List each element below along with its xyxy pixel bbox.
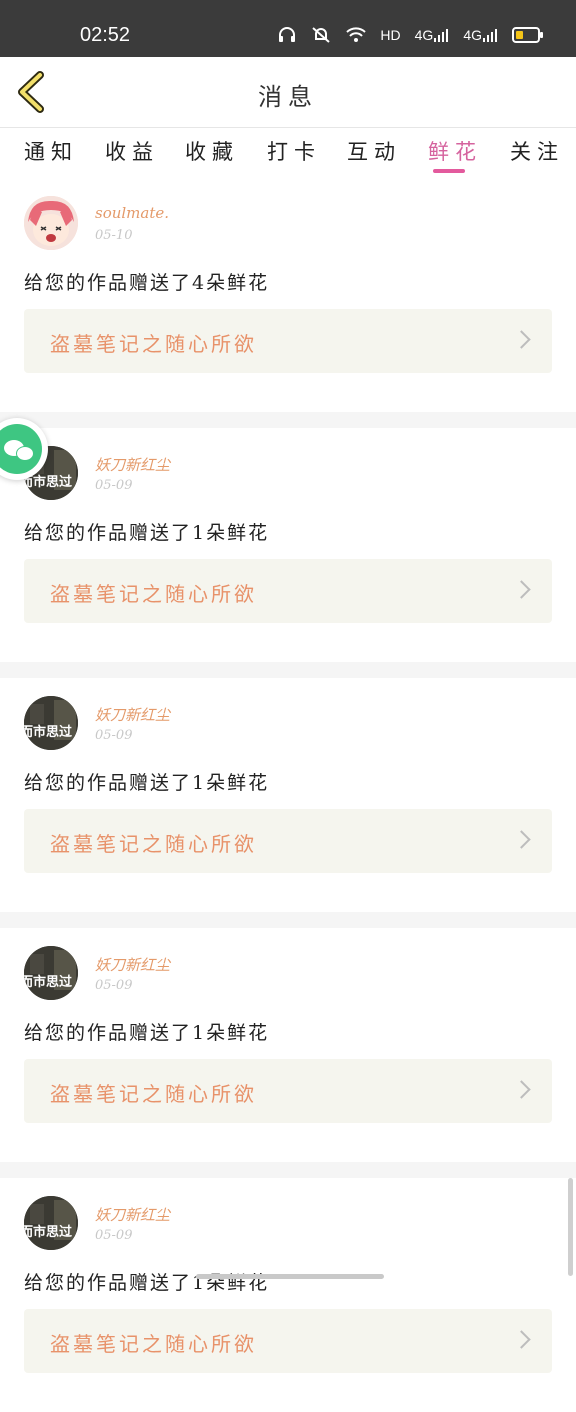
- gift-message: 而市思过 妖刀新红尘 05-09 给您的作品赠送了1朵鲜花 盗墓笔记之随心所欲: [0, 1162, 576, 1412]
- work-title: 盗墓笔记之随心所欲: [50, 332, 257, 356]
- message-date: 05-09: [95, 478, 133, 493]
- chevron-right-icon: [512, 580, 531, 599]
- work-title: 盗墓笔记之随心所欲: [50, 1332, 257, 1356]
- avatar-caption: 而市思过: [24, 1225, 73, 1240]
- wifi-icon: [346, 27, 367, 43]
- scrollbar-thumb[interactable]: [568, 1178, 573, 1276]
- message-date: 05-09: [95, 728, 133, 743]
- tab-interactions[interactable]: 互动: [347, 136, 401, 166]
- header: 消息: [0, 57, 576, 128]
- gift-message-list: soulmate. 05-10 给您的作品赠送了4朵鲜花 盗墓笔记之随心所欲 而…: [0, 178, 576, 1412]
- active-tab-indicator: [433, 169, 465, 173]
- message-date: 05-10: [95, 228, 133, 243]
- chevron-right-icon: [512, 1080, 531, 1099]
- tab-earnings[interactable]: 收益: [105, 136, 159, 166]
- avatar-caption: 而市思过: [24, 975, 73, 990]
- avatar[interactable]: 而市思过: [24, 1196, 78, 1250]
- anime-avatar-icon: [24, 196, 78, 250]
- signal-icon: 4G: [415, 27, 450, 43]
- work-title: 盗墓笔记之随心所欲: [50, 582, 257, 606]
- user-name[interactable]: 妖刀新红尘: [95, 954, 170, 975]
- page-title: 消息: [258, 83, 318, 111]
- gift-text: 给您的作品赠送了1朵鲜花: [24, 772, 270, 794]
- tab-flowers[interactable]: 鲜花: [428, 136, 482, 166]
- gift-text: 给您的作品赠送了1朵鲜花: [24, 1272, 270, 1294]
- tab-follows[interactable]: 关注: [510, 136, 564, 166]
- gift-text: 给您的作品赠送了1朵鲜花: [24, 522, 270, 544]
- status-time: 02:52: [80, 24, 131, 46]
- work-title: 盗墓笔记之随心所欲: [50, 1082, 257, 1106]
- work-title: 盗墓笔记之随心所欲: [50, 832, 257, 856]
- avatar[interactable]: [24, 196, 78, 250]
- tab-checkin[interactable]: 打卡: [267, 136, 321, 166]
- work-link-card[interactable]: 盗墓笔记之随心所欲: [24, 1309, 552, 1373]
- work-link-card[interactable]: 盗墓笔记之随心所欲: [24, 809, 552, 873]
- gift-text: 给您的作品赠送了4朵鲜花: [24, 272, 270, 294]
- gift-message: 而市思过 妖刀新红尘 05-09 给您的作品赠送了1朵鲜花 盗墓笔记之随心所欲: [0, 662, 576, 912]
- gift-text: 给您的作品赠送了1朵鲜花: [24, 1022, 270, 1044]
- chevron-right-icon: [512, 830, 531, 849]
- user-name[interactable]: soulmate.: [95, 204, 169, 222]
- chevron-right-icon: [512, 330, 531, 349]
- wechat-icon: [0, 424, 42, 474]
- mute-bell-icon: [310, 26, 332, 44]
- avatar[interactable]: 而市思过: [24, 946, 78, 1000]
- avatar[interactable]: 而市思过: [24, 696, 78, 750]
- chevron-right-icon: [512, 1330, 531, 1349]
- battery-icon: [512, 27, 543, 43]
- home-indicator[interactable]: [196, 1274, 384, 1279]
- message-date: 05-09: [95, 1228, 133, 1243]
- gift-message: 而市思过 妖刀新红尘 05-09 给您的作品赠送了1朵鲜花 盗墓笔记之随心所欲: [0, 412, 576, 662]
- user-name[interactable]: 妖刀新红尘: [95, 1204, 170, 1225]
- work-link-card[interactable]: 盗墓笔记之随心所欲: [24, 559, 552, 623]
- message-date: 05-09: [95, 978, 133, 993]
- gift-message: 而市思过 妖刀新红尘 05-09 给您的作品赠送了1朵鲜花 盗墓笔记之随心所欲: [0, 912, 576, 1162]
- user-name[interactable]: 妖刀新红尘: [95, 454, 170, 475]
- tab-bar: 通知 收益 收藏 打卡 互动 鲜花 关注: [0, 128, 576, 176]
- work-link-card[interactable]: 盗墓笔记之随心所欲: [24, 1059, 552, 1123]
- status-icons: HD 4G 4G: [278, 26, 543, 44]
- work-link-card[interactable]: 盗墓笔记之随心所欲: [24, 309, 552, 373]
- tab-notifications[interactable]: 通知: [24, 136, 78, 166]
- gift-message: soulmate. 05-10 给您的作品赠送了4朵鲜花 盗墓笔记之随心所欲: [0, 178, 576, 412]
- headphones-icon: [278, 27, 296, 43]
- network-label: HD: [380, 27, 401, 43]
- status-bar: 02:52 HD 4G 4G: [0, 0, 576, 57]
- tab-favorites[interactable]: 收藏: [185, 136, 239, 166]
- signal-icon: 4G: [463, 27, 498, 43]
- avatar-caption: 而市思过: [24, 725, 73, 740]
- user-name[interactable]: 妖刀新红尘: [95, 704, 170, 725]
